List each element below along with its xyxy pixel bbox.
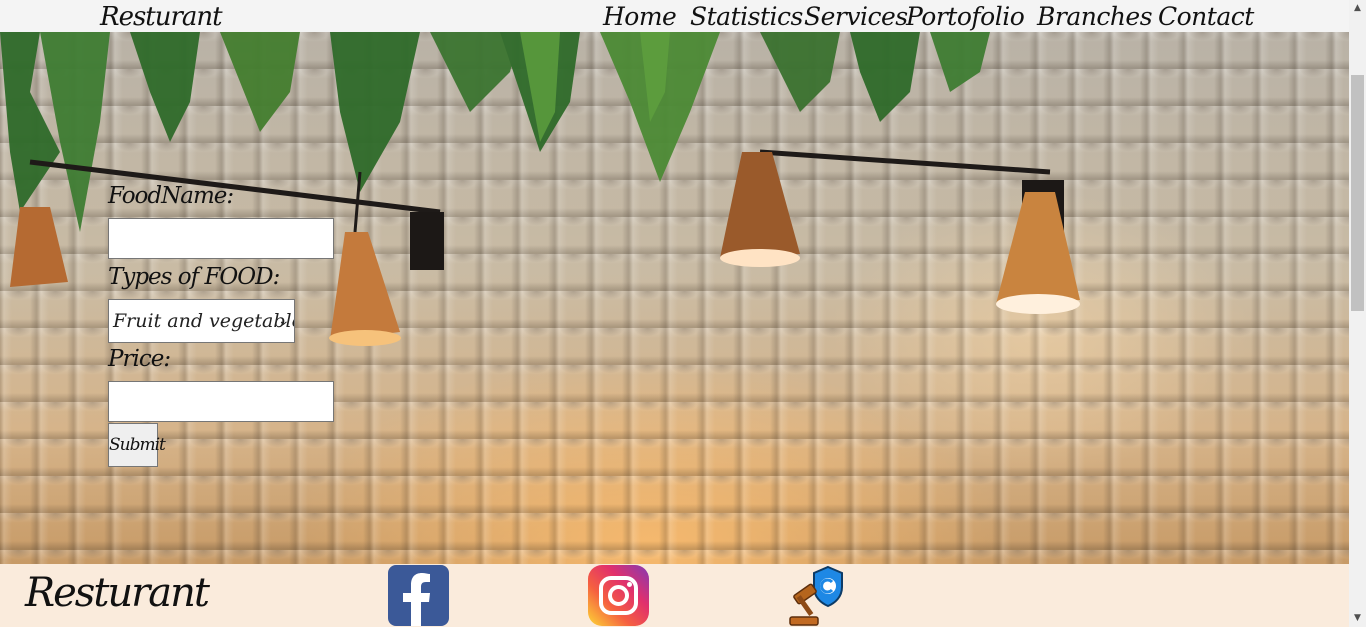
scroll-down-arrow-icon[interactable]: ▼	[1349, 610, 1366, 627]
chevron-down-icon: ⌄	[277, 313, 289, 329]
food-form: FoodName: Types of FOOD: Fruit and veget…	[108, 182, 348, 467]
footer-brand-logo: Resturant	[25, 570, 210, 616]
food-name-label: FoodName:	[108, 183, 234, 209]
submit-button[interactable]: Submit	[108, 423, 166, 467]
types-of-food-label: Types of FOOD:	[108, 264, 280, 290]
price-label: Price:	[108, 346, 171, 372]
nav-contact-link[interactable]: Contact	[1158, 0, 1254, 32]
brand-logo[interactable]: Resturant	[100, 0, 223, 32]
nav-home-link[interactable]: Home	[603, 0, 677, 32]
nav-links: Home Statistics Services Portofolio Bran…	[600, 0, 1254, 32]
scrollbar-thumb[interactable]	[1351, 75, 1364, 311]
top-navbar: Resturant Home Statistics Services Porto…	[0, 0, 1349, 33]
hero-background: FoodName: Types of FOOD: Fruit and veget…	[0, 32, 1349, 564]
scroll-up-arrow-icon[interactable]: ▲	[1349, 0, 1366, 17]
food-name-input[interactable]	[108, 218, 334, 259]
types-of-food-select[interactable]: Fruit and vegetables. ⌄	[108, 299, 295, 343]
nav-branches-link[interactable]: Branches	[1037, 0, 1153, 32]
instagram-icon[interactable]	[588, 565, 649, 626]
vertical-scrollbar[interactable]: ▲ ▼	[1349, 0, 1366, 627]
nav-statistics-link[interactable]: Statistics	[690, 0, 803, 32]
copyright-law-icon[interactable]	[788, 565, 850, 627]
footer: Resturant	[0, 564, 1349, 627]
facebook-icon[interactable]	[388, 565, 449, 626]
nav-services-link[interactable]: Services	[804, 0, 908, 32]
nav-portofolio-link[interactable]: Portofolio	[906, 0, 1025, 32]
select-value: Fruit and vegetables.	[113, 310, 294, 332]
price-input[interactable]	[108, 381, 334, 422]
